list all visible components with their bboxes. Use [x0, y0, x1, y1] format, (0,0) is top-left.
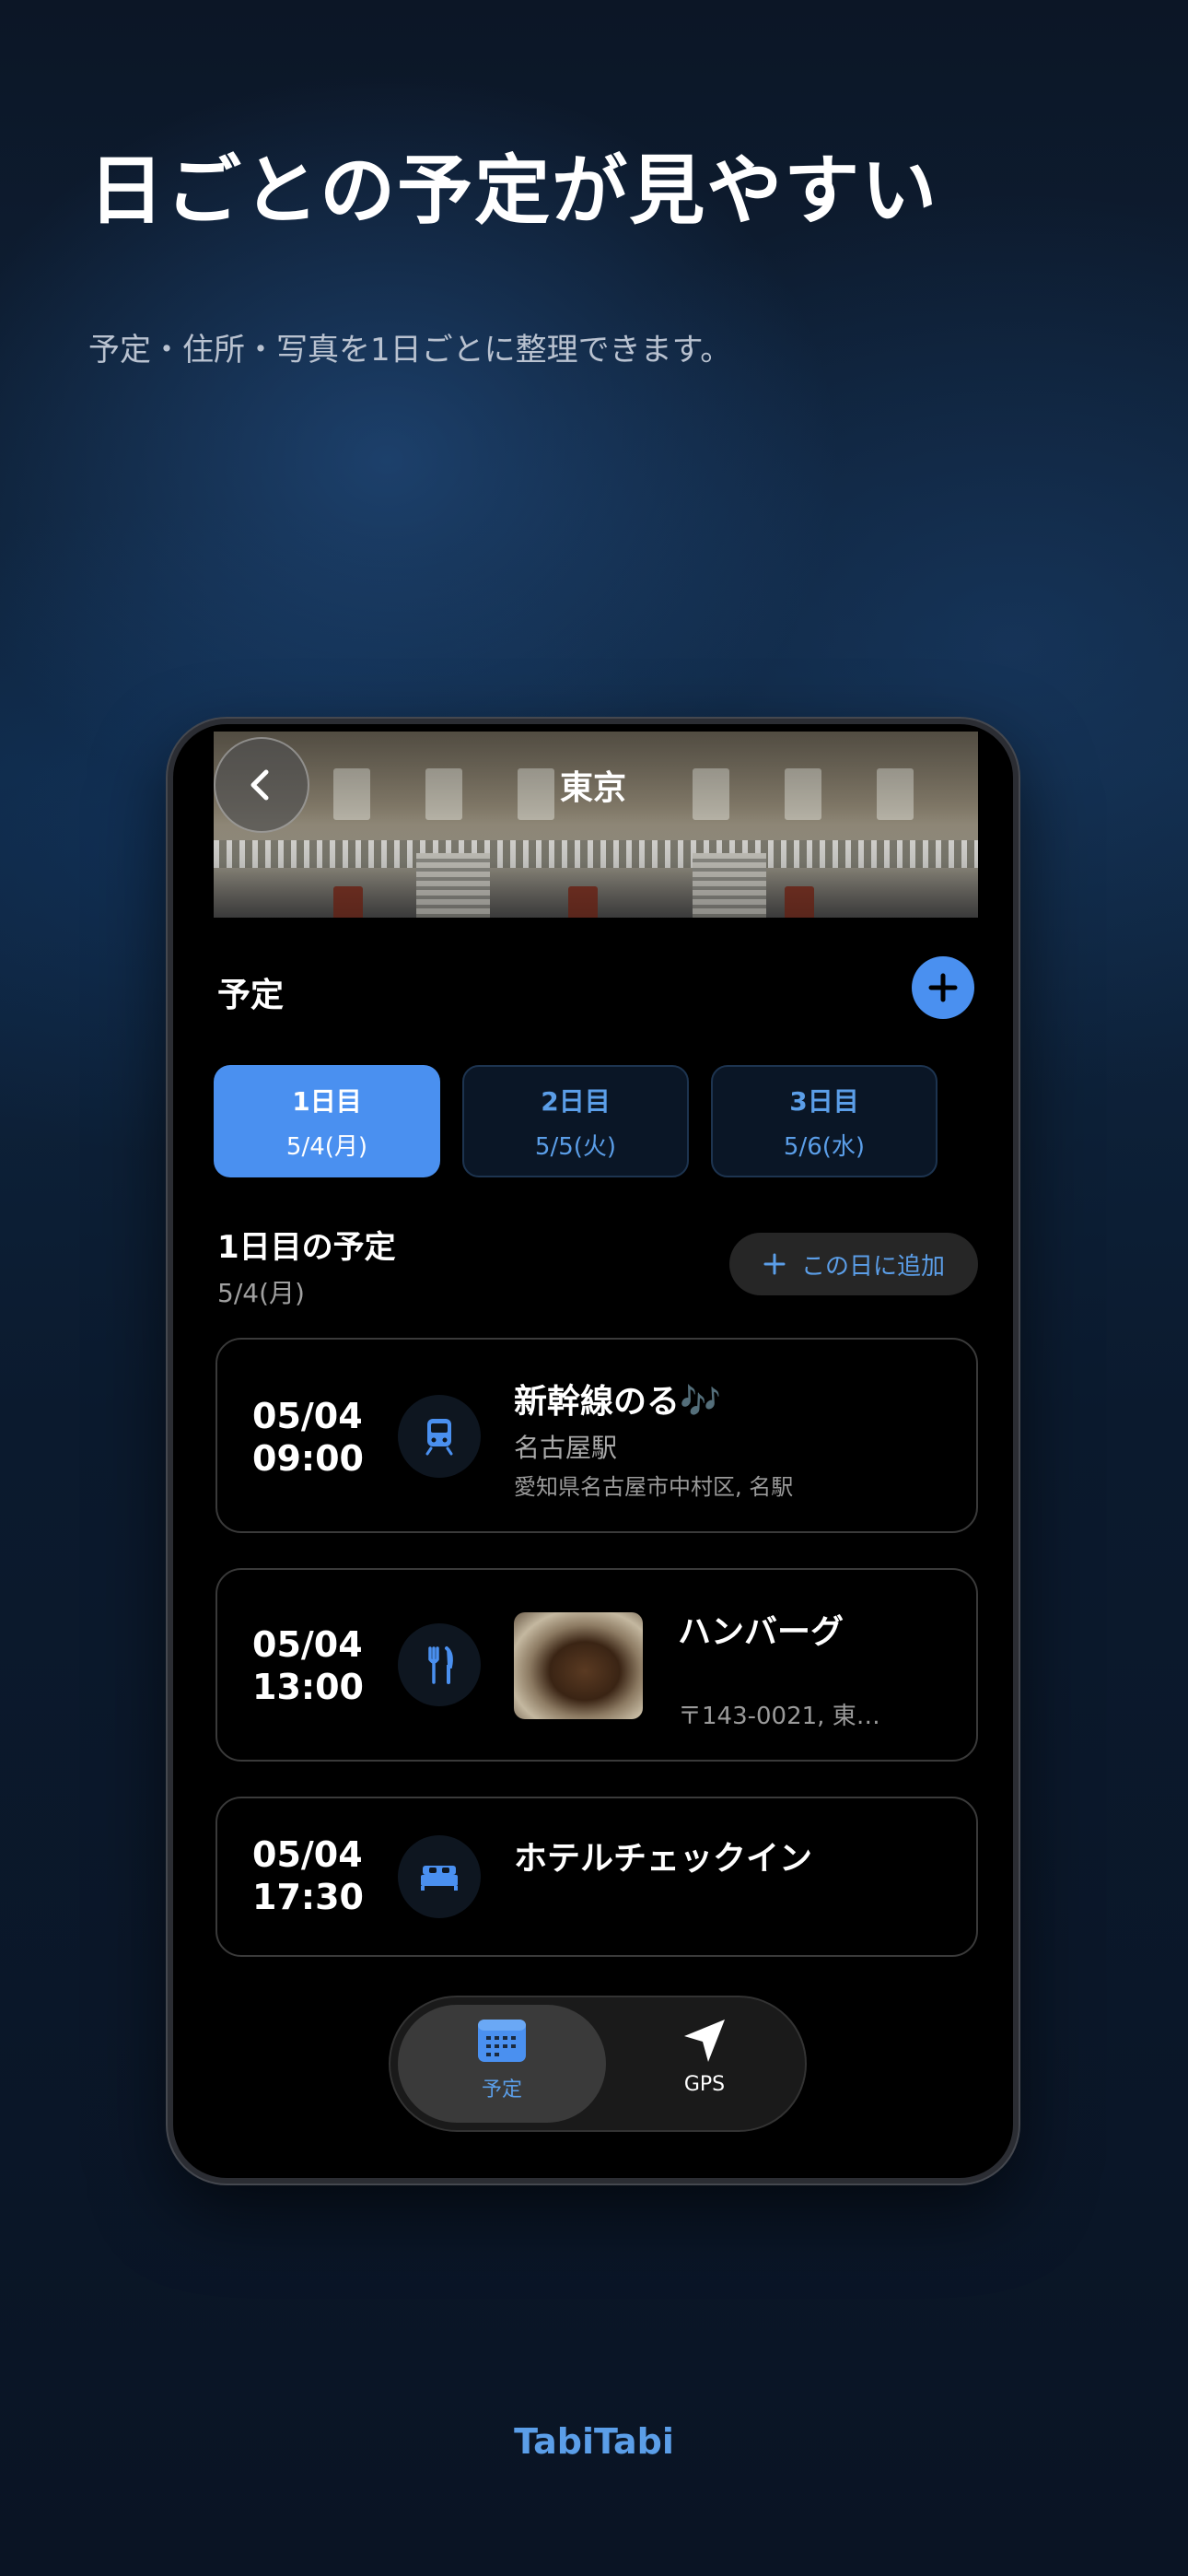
tab-label: GPS — [683, 2073, 726, 2096]
item-title: ホテルチェックイン — [514, 1840, 813, 1878]
item-date: 05/04 — [252, 1396, 363, 1436]
day-date: 5/4(月) — [217, 1278, 305, 1308]
tab-gps[interactable]: GPS — [600, 2016, 809, 2117]
add-schedule-button[interactable] — [912, 956, 974, 1019]
subline: 予定・住所・写真を1日ごとに整理できます。 — [88, 332, 732, 369]
plus-icon — [763, 1253, 786, 1275]
item-time: 17:30 — [252, 1877, 364, 1917]
tab-day-2[interactable]: 2日目 5/5(火) — [462, 1065, 689, 1177]
phone-frame: 東京 予定 1日目 5/4(月) 2日目 5/5(火) 3日目 5/6(水) 1… — [168, 719, 1019, 2184]
location-arrow-icon — [684, 2020, 725, 2062]
bottom-tab-bar: 予定 GPS — [389, 1996, 807, 2132]
tab-label: 予定 — [481, 2078, 522, 2102]
schedule-item[interactable]: 05/04 13:00 ハンバーグ 〒143-0021, 東… — [215, 1568, 978, 1762]
day-tab-label: 2日目 — [541, 1085, 611, 1117]
day-tab-date: 5/5(火) — [534, 1132, 617, 1161]
item-title: 新幹線のる🎶 — [514, 1383, 721, 1421]
day-tab-date: 5/6(水) — [783, 1132, 866, 1161]
schedule-item[interactable]: 05/04 09:00 新幹線のる🎶 名古屋駅 愛知県名古屋市中村区, 名駅 — [215, 1338, 978, 1533]
item-date: 05/04 — [252, 1624, 363, 1665]
page-title: 東京 — [559, 769, 626, 807]
food-photo — [514, 1612, 643, 1719]
item-place: 名古屋駅 — [514, 1433, 618, 1463]
train-icon — [398, 1395, 481, 1478]
day-tab-date: 5/4(月) — [285, 1132, 368, 1161]
header-photo — [214, 732, 978, 918]
calendar-icon — [478, 2020, 526, 2062]
add-to-day-label: この日に追加 — [800, 1252, 945, 1281]
item-time: 09:00 — [252, 1438, 364, 1479]
item-address: 愛知県名古屋市中村区, 名駅 — [514, 1474, 794, 1500]
fork-knife-icon — [398, 1623, 481, 1706]
day-heading: 1日目の予定 — [217, 1229, 396, 1266]
tab-day-1[interactable]: 1日目 5/4(月) — [214, 1065, 440, 1177]
tab-day-3[interactable]: 3日目 5/6(水) — [711, 1065, 938, 1177]
brand-logo: TabiTabi — [514, 2421, 674, 2462]
item-date: 05/04 — [252, 1834, 363, 1875]
item-time: 13:00 — [252, 1667, 364, 1707]
add-to-day-button[interactable]: この日に追加 — [729, 1233, 978, 1295]
tab-schedule[interactable]: 予定 — [398, 2016, 606, 2117]
day-tab-label: 1日目 — [292, 1085, 362, 1117]
item-address: 〒143-0021, 東… — [678, 1703, 880, 1730]
bed-icon — [398, 1835, 481, 1918]
headline: 日ごとの予定が見やすい — [88, 147, 939, 235]
item-title: ハンバーグ — [678, 1613, 844, 1651]
day-tab-label: 3日目 — [789, 1085, 859, 1117]
plus-icon — [928, 973, 958, 1002]
section-title: 予定 — [217, 977, 285, 1014]
schedule-item[interactable]: 05/04 17:30 ホテルチェックイン — [215, 1797, 978, 1957]
